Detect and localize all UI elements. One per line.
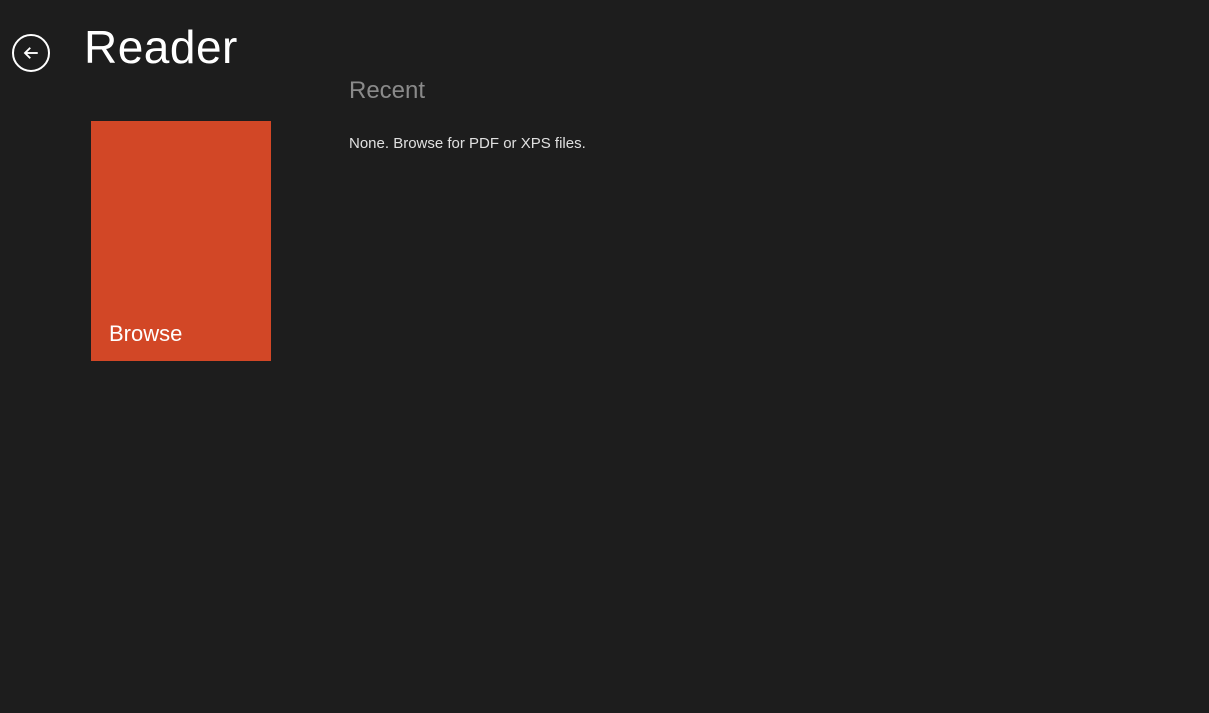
recent-heading: Recent xyxy=(349,77,586,105)
content-area: Browse Recent None. Browse for PDF or XP… xyxy=(0,74,1209,361)
recent-empty-text: None. Browse for PDF or XPS files. xyxy=(349,135,586,152)
back-button[interactable] xyxy=(12,34,50,72)
arrow-left-icon xyxy=(22,44,40,62)
browse-tile[interactable]: Browse xyxy=(91,121,271,361)
recent-section: Recent None. Browse for PDF or XPS files… xyxy=(349,77,586,361)
header: Reader xyxy=(0,0,1209,74)
app-title: Reader xyxy=(84,20,238,74)
browse-label: Browse xyxy=(109,321,182,347)
